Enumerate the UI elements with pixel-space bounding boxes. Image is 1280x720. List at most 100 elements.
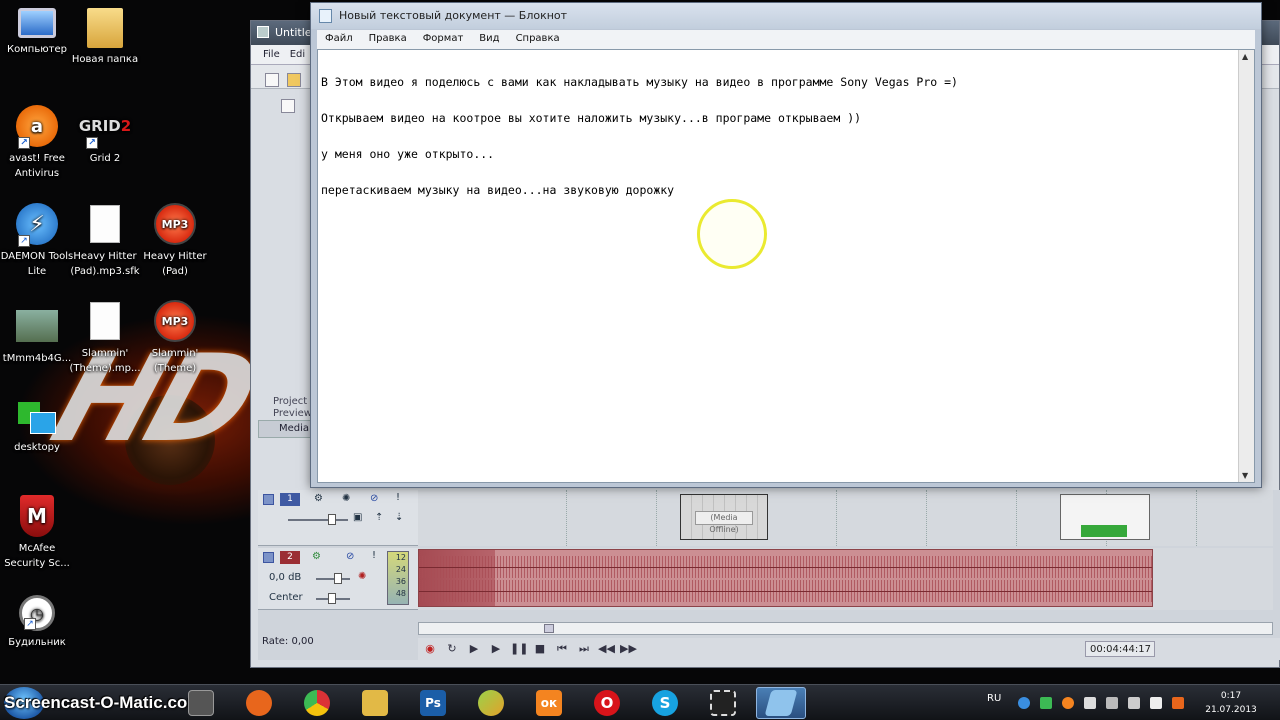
open-folder-icon[interactable] bbox=[287, 73, 301, 87]
explorer-view-icon[interactable] bbox=[281, 99, 295, 113]
video-clip-thumbnail[interactable] bbox=[1060, 494, 1150, 540]
menu-file[interactable]: Файл bbox=[325, 33, 353, 49]
mouse-cursor-highlight bbox=[697, 199, 767, 269]
desktop-icon-label: Новая папка bbox=[71, 54, 139, 65]
notepad-titlebar[interactable]: Новый текстовый документ — Блокнот bbox=[311, 3, 1261, 29]
volume-slider-knob[interactable] bbox=[334, 573, 342, 584]
track-header-audio[interactable]: 2 ⚙ ⊘ ! 0,0 dB ✺ Center 12 24 36 48 bbox=[258, 548, 418, 610]
go-to-end-icon[interactable]: ⏭ bbox=[576, 641, 592, 657]
record-icon[interactable]: ◉ bbox=[422, 641, 438, 657]
taskbar: Screencast-O-Matic.com Ps ок O S RU 0:17… bbox=[0, 684, 1280, 720]
level-slider-knob[interactable] bbox=[328, 514, 336, 525]
compositing-icon[interactable]: ▣ bbox=[353, 512, 362, 523]
network-icon[interactable] bbox=[1150, 697, 1162, 709]
folder-icon bbox=[362, 690, 388, 716]
audio-fx-icon[interactable]: ✺ bbox=[358, 571, 366, 582]
taskbar-notepad[interactable] bbox=[756, 687, 806, 719]
new-project-icon[interactable] bbox=[265, 73, 279, 87]
collapse-icon[interactable] bbox=[263, 552, 274, 563]
mcafee-shield-icon: M bbox=[20, 495, 54, 537]
taskbar-app[interactable] bbox=[466, 687, 516, 719]
stop-icon[interactable]: ■ bbox=[532, 641, 548, 657]
go-to-start-icon[interactable]: ⏮ bbox=[554, 641, 570, 657]
track-header-video[interactable]: 1 ⚙ ✺ ⊘ ! ▣ ⇡ ⇣ bbox=[258, 490, 418, 546]
menu-format[interactable]: Формат bbox=[423, 33, 464, 49]
solo-icon[interactable]: ! bbox=[396, 492, 400, 503]
play-icon[interactable]: ▶ bbox=[488, 641, 504, 657]
language-indicator[interactable]: RU bbox=[987, 693, 1001, 720]
scroll-up-icon[interactable]: ▲ bbox=[1242, 52, 1248, 61]
track-fx-icon[interactable]: ✺ bbox=[342, 493, 350, 504]
desktop-icon-grid2[interactable]: GRID 2 ↗ Grid 2 bbox=[68, 105, 142, 166]
audio-track-lane[interactable] bbox=[418, 548, 1273, 610]
parent-icon[interactable]: ⇡ bbox=[375, 512, 383, 523]
desktop-icon-heavy-hitter[interactable]: MP3 Heavy Hitter (Pad) bbox=[138, 203, 212, 279]
desktop-icon-avast[interactable]: a ↗ avast! Free Antivirus bbox=[0, 105, 74, 181]
tab-media[interactable]: Media bbox=[258, 420, 314, 438]
screencast-watermark: Screencast-O-Matic.com bbox=[4, 693, 203, 712]
desktop-icon-slammin[interactable]: MP3 Slammin' (Theme) bbox=[138, 300, 212, 376]
collapse-icon[interactable] bbox=[263, 494, 274, 505]
tray-app-icon[interactable] bbox=[1018, 697, 1030, 709]
track-number: 2 bbox=[280, 551, 300, 564]
tray-app-icon[interactable] bbox=[1062, 697, 1074, 709]
file-icon bbox=[90, 205, 120, 243]
taskbar-screencast[interactable] bbox=[698, 687, 748, 719]
taskbar-skype[interactable]: S bbox=[640, 687, 690, 719]
volume-slider[interactable] bbox=[316, 578, 350, 580]
taskbar-vegas[interactable] bbox=[176, 687, 226, 719]
video-track-lane[interactable]: (Media Offline) bbox=[418, 490, 1273, 546]
vegas-app-icon bbox=[257, 26, 269, 38]
scrollbar-thumb[interactable] bbox=[544, 624, 554, 633]
vegas-menu-file[interactable]: File bbox=[263, 49, 280, 64]
notepad-scrollbar[interactable]: ▲ ▼ bbox=[1238, 50, 1254, 482]
tray-app-icon[interactable] bbox=[1106, 697, 1118, 709]
tray-app-icon[interactable] bbox=[1084, 697, 1096, 709]
notepad-text-area[interactable]: В Этом видео я поделюсь с вами как накла… bbox=[317, 49, 1255, 483]
vegas-menu-edit[interactable]: Edi bbox=[290, 49, 305, 64]
tray-app-icon[interactable] bbox=[1040, 697, 1052, 709]
menu-edit[interactable]: Правка bbox=[369, 33, 407, 49]
desktop-icon-alarm[interactable]: ◷ ↗ Будильник bbox=[0, 595, 74, 650]
media-offline-label: (Media Offline) bbox=[695, 511, 753, 534]
timeline-scrollbar[interactable] bbox=[418, 622, 1273, 635]
menu-help[interactable]: Справка bbox=[516, 33, 560, 49]
desktop-icon-new-folder[interactable]: Новая папка bbox=[68, 8, 142, 67]
next-frame-icon[interactable]: ▶▶ bbox=[620, 641, 637, 657]
system-clock[interactable]: 0:17 21.07.2013 bbox=[1196, 689, 1266, 717]
scroll-down-icon[interactable]: ▼ bbox=[1242, 471, 1248, 480]
desktop-icon-video[interactable]: tMmm4b4G... bbox=[0, 305, 74, 366]
track-fx-icon[interactable]: ⚙ bbox=[314, 493, 323, 504]
track-number: 1 bbox=[280, 493, 300, 506]
loop-icon[interactable]: ↻ bbox=[444, 641, 460, 657]
taskbar-opera[interactable]: O bbox=[582, 687, 632, 719]
solo-icon[interactable]: ! bbox=[372, 550, 376, 561]
notepad-window: Новый текстовый документ — Блокнот Файл … bbox=[310, 2, 1262, 488]
track-fx-icon[interactable]: ⚙ bbox=[312, 551, 321, 562]
taskbar-photoshop[interactable]: Ps bbox=[408, 687, 458, 719]
tray-app-icon[interactable] bbox=[1128, 697, 1140, 709]
desktop-icon-mcafee[interactable]: M McAfee Security Sc... bbox=[0, 495, 74, 571]
pan-slider-knob[interactable] bbox=[328, 593, 336, 604]
desktop-icon-sfk-file[interactable]: Heavy Hitter (Pad).mp3.sfk bbox=[68, 203, 142, 279]
menu-view[interactable]: Вид bbox=[479, 33, 499, 49]
pause-icon[interactable]: ❚❚ bbox=[510, 641, 528, 657]
taskbar-odnoklassniki[interactable]: ок bbox=[524, 687, 574, 719]
taskbar-firefox[interactable] bbox=[234, 687, 284, 719]
child-icon[interactable]: ⇣ bbox=[395, 512, 403, 523]
previous-frame-icon[interactable]: ◀◀ bbox=[598, 641, 615, 657]
play-from-start-icon[interactable]: ▶ bbox=[466, 641, 482, 657]
desktop-icon-computer[interactable]: Компьютер bbox=[0, 8, 74, 57]
taskbar-explorer[interactable] bbox=[350, 687, 400, 719]
volume-value: 0,0 dB bbox=[269, 572, 302, 583]
mute-icon[interactable]: ⊘ bbox=[370, 493, 378, 504]
desktop-icon-slammin-file[interactable]: Slammin' (Theme).mp... bbox=[68, 300, 142, 376]
audio-clip[interactable] bbox=[418, 549, 1153, 607]
level-slider[interactable] bbox=[288, 519, 348, 521]
desktop-icon-daemon-tools[interactable]: ⚡ ↗ DAEMON Tools Lite bbox=[0, 203, 74, 279]
mute-icon[interactable]: ⊘ bbox=[346, 551, 354, 562]
video-clip[interactable]: (Media Offline) bbox=[680, 494, 768, 540]
desktop-icon-desktopy[interactable]: desktopy bbox=[0, 398, 74, 455]
volume-icon[interactable] bbox=[1172, 697, 1184, 709]
taskbar-chrome[interactable] bbox=[292, 687, 342, 719]
